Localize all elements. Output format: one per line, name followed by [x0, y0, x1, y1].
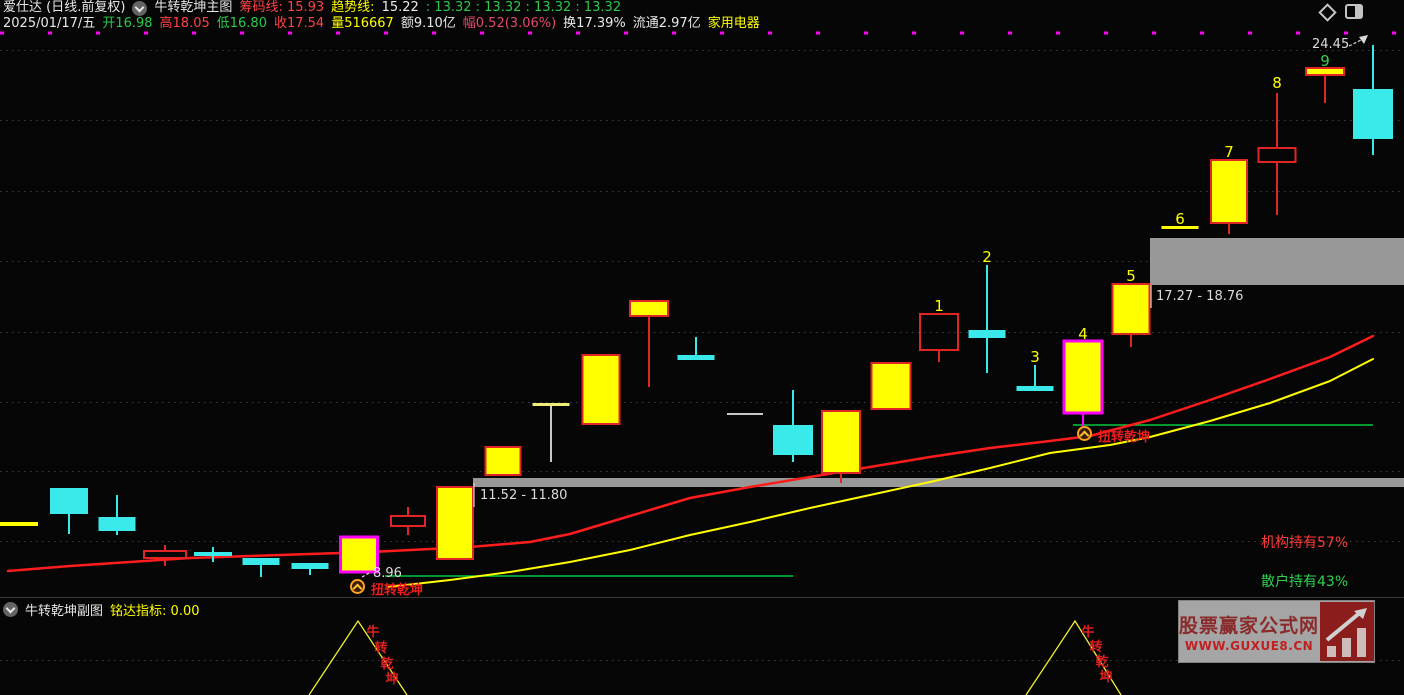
- watermark-site-url: WWW.GUXUE8.CN: [1185, 639, 1313, 653]
- candle-body[interactable]: [920, 314, 958, 350]
- layout-toggle-icon[interactable]: [1345, 4, 1363, 19]
- watermark-logo-icon: [1320, 602, 1374, 661]
- retail-holding-label: 散户持有43%: [1261, 571, 1348, 591]
- reversal-signal-label: 扭转乾坤: [1098, 426, 1150, 445]
- header-line-1: 爱仕达 (日线.前复权) 牛转乾坤主图 筹码线: 15.93 趋势线: 15.22:…: [3, 0, 621, 16]
- reversal-signal-icon: [1077, 426, 1092, 441]
- trend-line-label: 趋势线:: [331, 0, 374, 16]
- trend-line-value: 15.22: [382, 0, 419, 16]
- quote-amount: 额9.10亿: [401, 16, 456, 32]
- sequence-label: 3: [1030, 348, 1040, 366]
- candle-body[interactable]: [1353, 89, 1393, 139]
- candle-body[interactable]: [243, 558, 280, 565]
- candle-body[interactable]: [1064, 341, 1102, 413]
- reversal-signal-icon: [350, 579, 365, 594]
- quote-float: 流通2.97亿: [633, 16, 701, 32]
- candle-body[interactable]: [533, 403, 570, 406]
- candle-body[interactable]: [630, 301, 668, 316]
- candle-body[interactable]: [822, 411, 860, 473]
- watermark-text-block: 股票赢家公式网 WWW.GUXUE8.CN: [1179, 601, 1319, 662]
- watermark-site-name: 股票赢家公式网: [1179, 611, 1319, 638]
- sequence-label: 7: [1224, 143, 1234, 161]
- candle-body[interactable]: [583, 355, 620, 424]
- quote-turnover: 换17.39%: [563, 16, 626, 32]
- candle-body[interactable]: [144, 551, 186, 558]
- chip-zone-range-label-low: 11.52 - 11.80: [480, 488, 567, 503]
- candle-body[interactable]: [727, 413, 763, 415]
- sub-indicator-title: 牛转乾坤副图: [25, 600, 103, 619]
- candle-body[interactable]: [437, 487, 473, 559]
- stock-title: 爱仕达 (日线.前复权): [3, 0, 125, 16]
- candle-body[interactable]: [678, 355, 715, 360]
- candle-body[interactable]: [1259, 148, 1296, 162]
- quote-open: 开16.98: [102, 16, 152, 32]
- main-chart-canvas[interactable]: 123456789牛转乾坤牛转乾坤: [0, 0, 1404, 695]
- sequence-label: 8: [1272, 74, 1282, 92]
- candle-body[interactable]: [1017, 386, 1054, 391]
- candle-body[interactable]: [1113, 284, 1150, 334]
- triangle-label-char: 牛: [1081, 624, 1094, 640]
- tdx-chart-window: 123456789牛转乾坤牛转乾坤 爱仕达 (日线.前复权) 牛转乾坤主图 筹码…: [0, 0, 1404, 695]
- chip-zone-range-label-high: 17.27 - 18.76: [1156, 289, 1243, 304]
- sequence-label: 6: [1175, 210, 1185, 228]
- quote-close: 收17.54: [274, 16, 324, 32]
- candle-body[interactable]: [50, 488, 88, 514]
- quote-date: 2025/01/17/五: [3, 16, 95, 32]
- annotation-arrowhead: [1359, 35, 1368, 44]
- sequence-label: 2: [982, 248, 992, 266]
- candle-body[interactable]: [292, 563, 329, 569]
- sequence-label: 4: [1078, 325, 1088, 343]
- triangle-label-char: 转: [1089, 639, 1102, 655]
- sub-chart-header: 牛转乾坤副图 铭达指标: 0.00: [3, 601, 200, 617]
- candle-body[interactable]: [773, 425, 813, 455]
- candle-body[interactable]: [391, 516, 425, 526]
- chevron-down-circle-icon[interactable]: [3, 602, 18, 617]
- candle-body[interactable]: [872, 363, 911, 409]
- main-indicator-title: 牛转乾坤主图: [154, 0, 232, 16]
- sub-indicator-label: 铭达指标:: [110, 604, 166, 619]
- triangle-label-char: 坤: [385, 671, 398, 687]
- candle-body[interactable]: [969, 330, 1006, 338]
- triangle-label-char: 乾: [380, 656, 393, 672]
- chevron-down-circle-icon[interactable]: [132, 1, 147, 16]
- candle-body[interactable]: [99, 517, 136, 531]
- sub-indicator-value: 0.00: [171, 604, 200, 619]
- quote-low: 低16.80: [217, 16, 267, 32]
- chip-peak-zone: [1150, 238, 1404, 285]
- triangle-label-char: 坤: [1099, 669, 1112, 685]
- quote-high: 高18.05: [160, 16, 210, 32]
- candle-body[interactable]: [341, 537, 378, 572]
- triangle-label-char: 转: [374, 640, 387, 656]
- institution-holding-label: 机构持有57%: [1261, 532, 1348, 552]
- sequence-label: 1: [934, 297, 944, 315]
- watermark: 股票赢家公式网 WWW.GUXUE8.CN: [1178, 600, 1375, 663]
- sequence-label: 9: [1320, 52, 1330, 70]
- quote-sector: 家用电器: [708, 16, 760, 32]
- triangle-label-char: 牛: [366, 624, 379, 640]
- trend-ma-values: : 13.32 : 13.32 : 13.32 : 13.32: [426, 0, 621, 16]
- quote-change: 幅0.52(3.06%): [463, 16, 556, 32]
- header-line-2: 2025/01/17/五开16.98 高18.05 低16.80 收17.54 量516…: [3, 16, 760, 32]
- candle-body[interactable]: [194, 552, 232, 556]
- sub-indicator-reading: 铭达指标: 0.00: [110, 600, 199, 619]
- candle-body[interactable]: [1211, 160, 1247, 223]
- candle-body[interactable]: [486, 447, 521, 475]
- triangle-label-char: 乾: [1095, 654, 1108, 670]
- quote-volume: 量516667: [331, 16, 394, 32]
- high-price-label: 24.45: [1312, 37, 1349, 52]
- annotation-line: [1349, 39, 1363, 46]
- candle-body[interactable]: [0, 522, 38, 526]
- sequence-label: 5: [1126, 267, 1136, 285]
- chip-line-value: 筹码线: 15.93: [239, 0, 324, 16]
- reversal-signal-label: 扭转乾坤: [371, 579, 423, 598]
